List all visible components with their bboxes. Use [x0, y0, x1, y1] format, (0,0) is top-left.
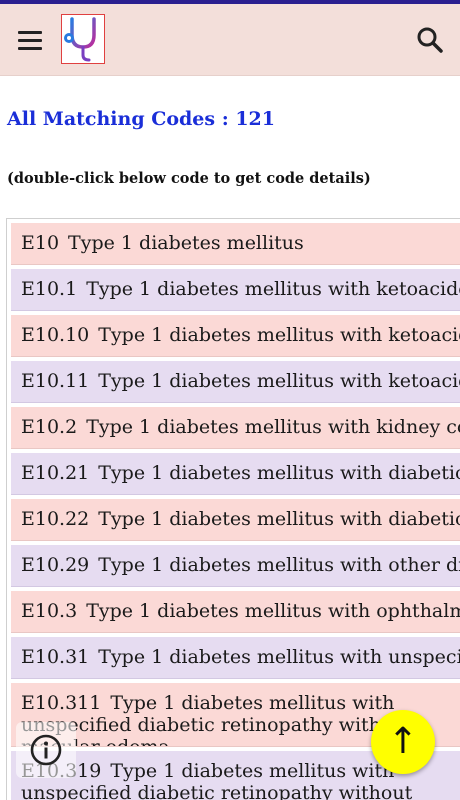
code-value: E10.1 — [21, 278, 78, 300]
code-row[interactable]: E10.29 Type 1 diabetes mellitus with othe… — [11, 545, 460, 587]
code-description: Type 1 diabetes mellitus with other diab… — [98, 554, 460, 576]
code-row[interactable]: E10.22 Type 1 diabetes mellitus with diab… — [11, 499, 460, 541]
code-row[interactable]: E10.31 Type 1 diabetes mellitus with unsp… — [11, 637, 460, 679]
code-description: Type 1 diabetes mellitus with ophthalmic… — [86, 600, 460, 622]
code-value: E10.2 — [21, 416, 78, 438]
code-row[interactable]: E10.21 Type 1 diabetes mellitus with diab… — [11, 453, 460, 495]
code-description: Type 1 diabetes mellitus with diabetic n… — [98, 462, 460, 484]
code-value: E10.29 — [21, 554, 90, 576]
code-value: E10.3 — [21, 600, 78, 622]
code-row[interactable]: E10 Type 1 diabetes mellitus — [11, 223, 460, 265]
hamburger-menu-icon — [18, 30, 42, 34]
code-value: E10.11 — [21, 370, 90, 392]
scroll-to-top-button[interactable]: ↑ — [371, 710, 435, 774]
stethoscope-logo-icon — [64, 17, 96, 62]
double-click-hint: (double-click below code to get code det… — [7, 170, 371, 187]
code-row[interactable]: E10.3 Type 1 diabetes mellitus with ophth… — [11, 591, 460, 633]
code-value: E10.10 — [21, 324, 90, 346]
code-value: E10.311 — [21, 692, 102, 714]
code-description: Type 1 diabetes mellitus with ketoacidos… — [86, 278, 460, 300]
code-description: Type 1 diabetes mellitus with ketoacidos… — [98, 324, 460, 346]
app-bar — [0, 4, 460, 76]
matching-codes-heading: All Matching Codes : 121 — [7, 108, 275, 130]
search-icon — [417, 27, 443, 53]
code-row[interactable]: E10.1 Type 1 diabetes mellitus with ketoa… — [11, 269, 460, 311]
code-row[interactable]: E10.10 Type 1 diabetes mellitus with keto… — [11, 315, 460, 357]
search-button[interactable] — [414, 24, 446, 56]
app-logo — [61, 14, 105, 64]
code-value: E10.22 — [21, 508, 90, 530]
code-description: Type 1 diabetes mellitus with kidney com… — [86, 416, 460, 438]
code-description: Type 1 diabetes mellitus with ketoacidos… — [98, 370, 460, 392]
code-value: E10.31 — [21, 646, 90, 668]
info-button[interactable] — [16, 722, 76, 778]
arrow-up-icon: ↑ — [387, 721, 419, 762]
menu-button[interactable] — [14, 24, 46, 56]
code-description: Type 1 diabetes mellitus — [68, 232, 304, 254]
code-row[interactable]: E10.11 Type 1 diabetes mellitus with keto… — [11, 361, 460, 403]
code-value: E10 — [21, 232, 60, 254]
code-value: E10.21 — [21, 462, 90, 484]
code-row[interactable]: E10.2 Type 1 diabetes mellitus with kidne… — [11, 407, 460, 449]
code-description: Type 1 diabetes mellitus with unspecifie… — [98, 646, 460, 668]
info-icon — [30, 734, 62, 766]
code-description: Type 1 diabetes mellitus with diabetic c… — [98, 508, 460, 530]
